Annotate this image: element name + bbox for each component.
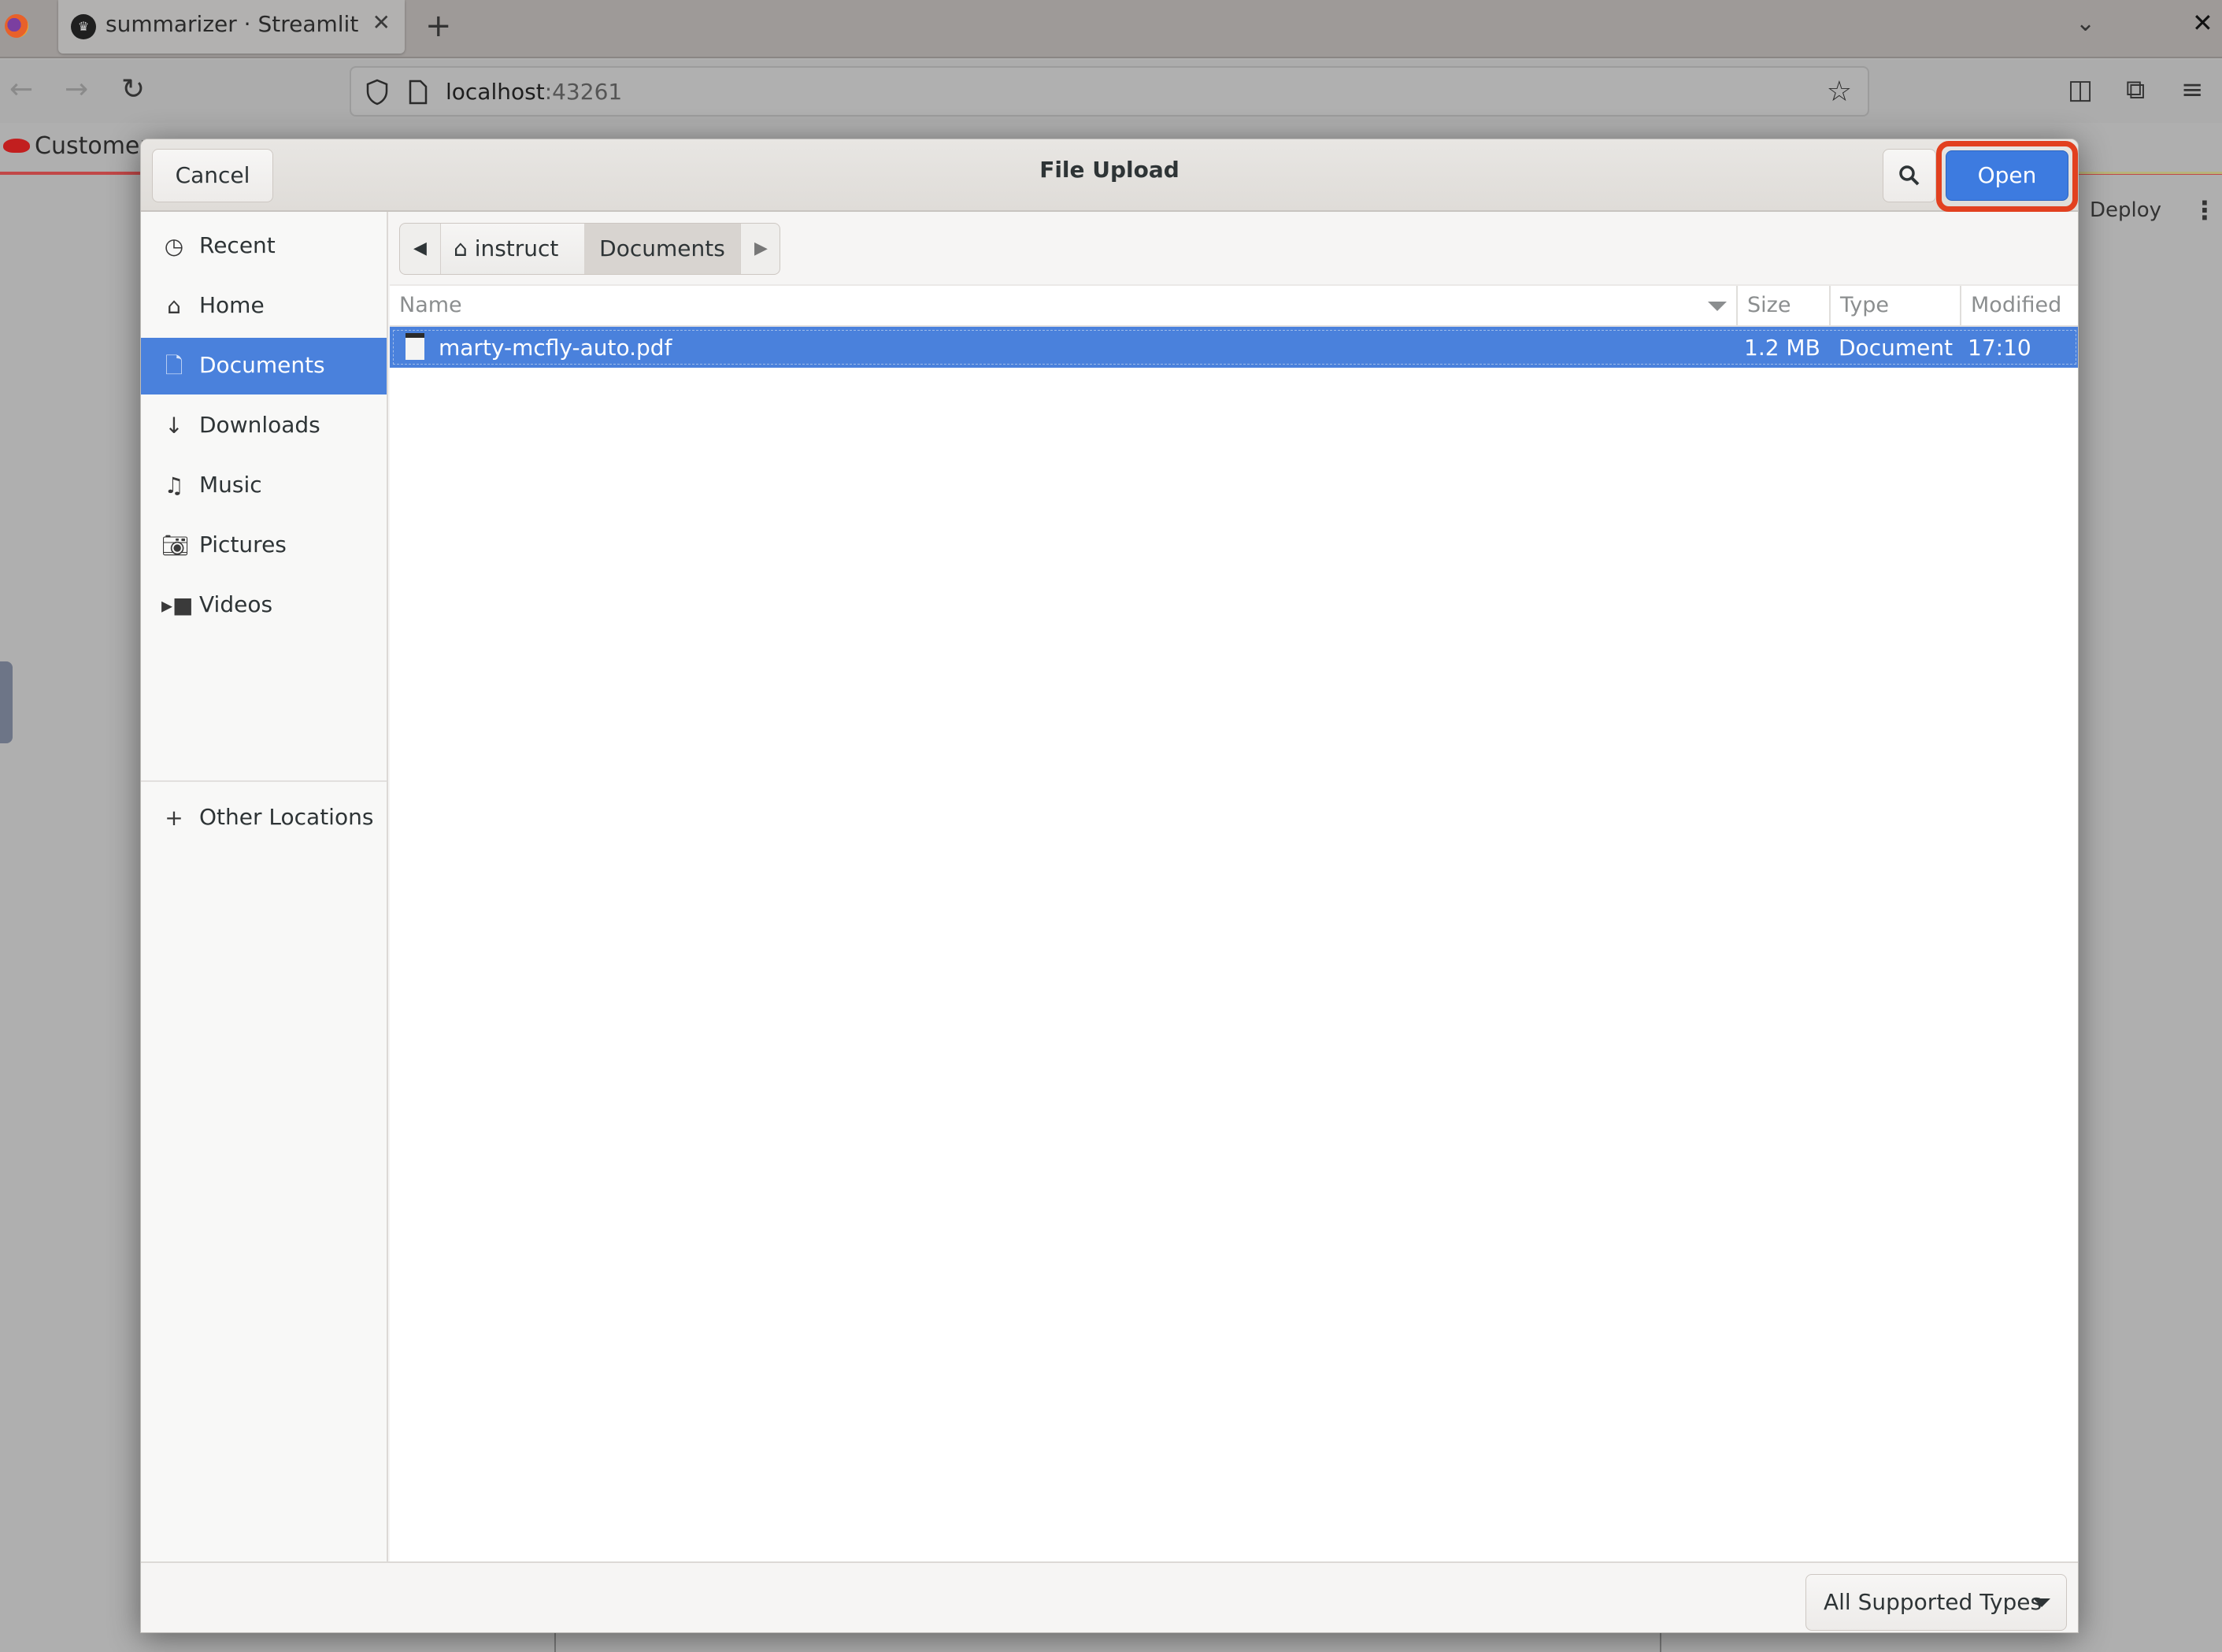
file-list[interactable]: Name Size Type Modified marty-mcfly-auto… bbox=[390, 284, 2078, 1561]
bookmark-star-icon[interactable]: ☆ bbox=[1827, 76, 1852, 108]
tab-title: summarizer · Streamlit bbox=[106, 11, 359, 37]
sidebar-item-label: Pictures bbox=[199, 532, 287, 557]
camera-icon: 📷︎ bbox=[161, 532, 190, 558]
path-bar: ◀ ⌂ instruct Documents ▶ bbox=[399, 223, 780, 275]
sidebar-item-documents[interactable]: 🗋 Documents bbox=[141, 338, 387, 394]
file-modified: 17:10 bbox=[1968, 335, 2031, 361]
sidebar-item-label: Music bbox=[199, 472, 262, 498]
plus-icon: + bbox=[165, 805, 183, 831]
sidebar-item-other-locations[interactable]: + Other Locations bbox=[141, 790, 387, 846]
sidebar-item-label: Other Locations bbox=[199, 804, 374, 830]
column-header-name[interactable]: Name bbox=[390, 286, 1738, 325]
deploy-button[interactable]: Deploy bbox=[2090, 198, 2161, 222]
extensions-icon[interactable]: ⧉ bbox=[2126, 74, 2145, 106]
file-upload-dialog: Cancel File Upload Open ◷ Recent ⌂ Home … bbox=[140, 139, 2079, 1633]
document-icon: 🗋 bbox=[165, 353, 183, 379]
dialog-headerbar: Cancel File Upload Open bbox=[141, 139, 2078, 212]
sidebar-item-label: Home bbox=[199, 292, 265, 318]
browser-tab[interactable]: ♛ summarizer · Streamlit ✕ bbox=[58, 0, 405, 54]
new-tab-button[interactable]: + bbox=[425, 6, 452, 46]
column-header-type[interactable]: Type bbox=[1831, 286, 1961, 325]
sidebar-item-label: Videos bbox=[199, 591, 273, 617]
sidebar-item-label: Documents bbox=[199, 352, 325, 378]
dropdown-arrow-icon bbox=[2033, 1598, 2050, 1607]
url-host: localhost bbox=[446, 79, 545, 105]
url-port: :43261 bbox=[544, 79, 623, 105]
clock-icon: ◷ bbox=[164, 233, 184, 259]
sort-descending-icon bbox=[1708, 302, 1727, 311]
download-icon: ↓ bbox=[165, 413, 183, 439]
dialog-footer: All Supported Types bbox=[141, 1561, 2078, 1632]
firefox-logo-icon[interactable] bbox=[5, 14, 28, 38]
hamburger-menu-icon[interactable]: ≡ bbox=[2181, 74, 2204, 106]
sidebar-item-recent[interactable]: ◷ Recent bbox=[141, 218, 387, 275]
sidebar-item-downloads[interactable]: ↓ Downloads bbox=[141, 398, 387, 454]
tracking-shield-icon[interactable] bbox=[365, 79, 389, 106]
streamlit-header-decoration-right bbox=[2079, 172, 2222, 174]
path-scroll-left-button[interactable]: ◀ bbox=[400, 224, 441, 274]
file-name: marty-mcfly-auto.pdf bbox=[439, 335, 672, 361]
dialog-title: File Upload bbox=[1039, 157, 1180, 183]
path-segment-home[interactable]: ⌂ instruct bbox=[441, 224, 584, 274]
video-icon: ▸■ bbox=[161, 592, 194, 618]
streamlit-sidebar-toggle[interactable] bbox=[0, 661, 13, 743]
tab-strip: ♛ summarizer · Streamlit ✕ + ⌄ ✕ bbox=[0, 0, 2222, 58]
streamlit-favicon-icon: ♛ bbox=[71, 14, 96, 39]
search-icon bbox=[1899, 165, 1920, 186]
bookmark-item[interactable]: Customer bbox=[0, 126, 157, 170]
sidebar-item-pictures[interactable]: 📷︎ Pictures bbox=[141, 517, 387, 574]
list-tabs-chevron-icon[interactable]: ⌄ bbox=[2076, 9, 2095, 37]
page-info-icon[interactable] bbox=[408, 79, 428, 106]
music-icon: ♫ bbox=[164, 472, 184, 498]
sidebar-item-videos[interactable]: ▸■ Videos bbox=[141, 577, 387, 634]
url-bar[interactable]: localhost:43261 ☆ bbox=[350, 66, 1869, 117]
sidebar-item-music[interactable]: ♫ Music bbox=[141, 457, 387, 514]
redhat-icon bbox=[3, 139, 30, 153]
reload-icon[interactable]: ↻ bbox=[121, 72, 145, 107]
file-size: 1.2 MB bbox=[1744, 335, 1820, 361]
streamlit-main-menu-icon[interactable]: ⋮ bbox=[2192, 195, 2217, 225]
sidebar-item-label: Downloads bbox=[199, 412, 320, 438]
sidebar-separator bbox=[141, 780, 387, 782]
close-tab-icon[interactable]: ✕ bbox=[372, 9, 391, 35]
sidebar-item-home[interactable]: ⌂ Home bbox=[141, 278, 387, 335]
path-segment-label: instruct bbox=[474, 235, 559, 261]
column-header-modified[interactable]: Modified bbox=[1961, 286, 2078, 325]
window-close-icon[interactable]: ✕ bbox=[2192, 8, 2213, 38]
open-button[interactable]: Open bbox=[1946, 150, 2068, 201]
path-segment-documents[interactable]: Documents bbox=[584, 224, 740, 274]
url-text[interactable]: localhost:43261 bbox=[446, 79, 622, 105]
filter-selected-value: All Supported Types bbox=[1824, 1589, 2042, 1615]
file-row[interactable]: marty-mcfly-auto.pdf 1.2 MB Document 17:… bbox=[390, 327, 2078, 368]
sidebar-item-label: Recent bbox=[199, 232, 276, 258]
background-divider bbox=[554, 1632, 556, 1652]
search-button[interactable] bbox=[1883, 149, 1936, 202]
file-type: Document bbox=[1839, 335, 1954, 361]
forward-arrow-icon[interactable]: → bbox=[65, 72, 88, 107]
pocket-icon[interactable]: ◫ bbox=[2068, 74, 2093, 106]
path-scroll-right-button[interactable]: ▶ bbox=[740, 224, 780, 274]
file-type-filter-dropdown[interactable]: All Supported Types bbox=[1805, 1574, 2067, 1631]
home-icon: ⌂ bbox=[454, 235, 468, 261]
background-divider bbox=[1660, 1632, 1661, 1652]
bookmark-label: Customer bbox=[35, 132, 150, 160]
home-icon: ⌂ bbox=[167, 293, 181, 319]
back-arrow-icon[interactable]: ← bbox=[9, 72, 33, 107]
pdf-file-icon bbox=[406, 333, 424, 360]
places-sidebar: ◷ Recent ⌂ Home 🗋 Documents ↓ Downloads … bbox=[141, 212, 388, 1561]
column-header-size[interactable]: Size bbox=[1738, 286, 1831, 325]
